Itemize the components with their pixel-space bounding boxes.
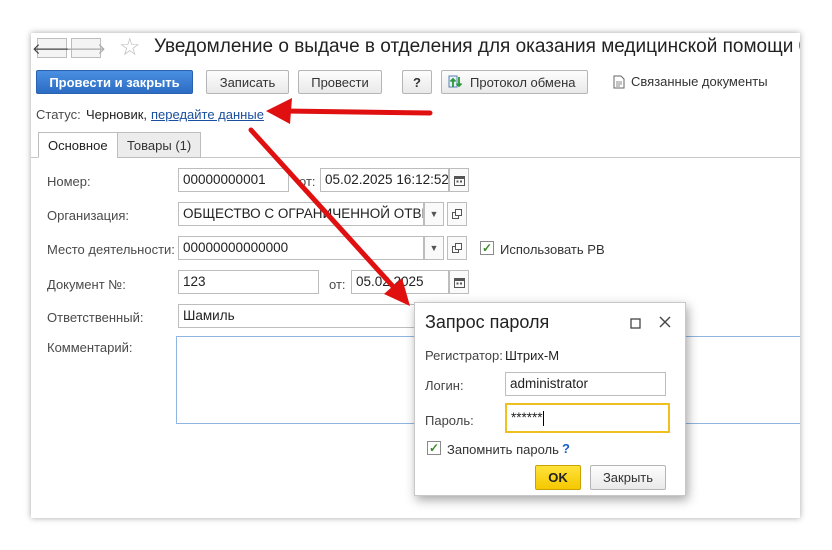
login-input[interactable]: administrator — [505, 372, 666, 396]
password-label: Пароль: — [425, 413, 474, 428]
remember-password-checkbox[interactable]: ✓ — [427, 441, 441, 455]
arrow-to-dialog — [248, 127, 410, 306]
checkmark-icon: ✓ — [428, 441, 440, 455]
password-value: ****** — [511, 410, 543, 425]
login-label: Логин: — [425, 378, 464, 393]
ok-button[interactable]: OK — [535, 465, 581, 490]
close-button[interactable]: Закрыть — [590, 465, 666, 490]
help-icon[interactable]: ? — [562, 441, 570, 456]
text-cursor — [542, 410, 544, 426]
maximize-button[interactable] — [630, 317, 641, 332]
registrar-label: Регистратор: — [425, 348, 503, 363]
password-dialog: Запрос пароля Регистратор: Штрих-М Логин… — [414, 302, 686, 496]
close-icon — [659, 316, 671, 328]
arrow-to-status-link — [266, 98, 433, 124]
registrar-value: Штрих-М — [505, 348, 560, 363]
remember-password-label: Запомнить пароль — [447, 442, 559, 457]
maximize-icon — [630, 318, 641, 329]
dialog-title: Запрос пароля — [425, 312, 550, 332]
password-input[interactable]: ****** — [505, 403, 670, 433]
close-dialog-button[interactable] — [659, 316, 671, 331]
